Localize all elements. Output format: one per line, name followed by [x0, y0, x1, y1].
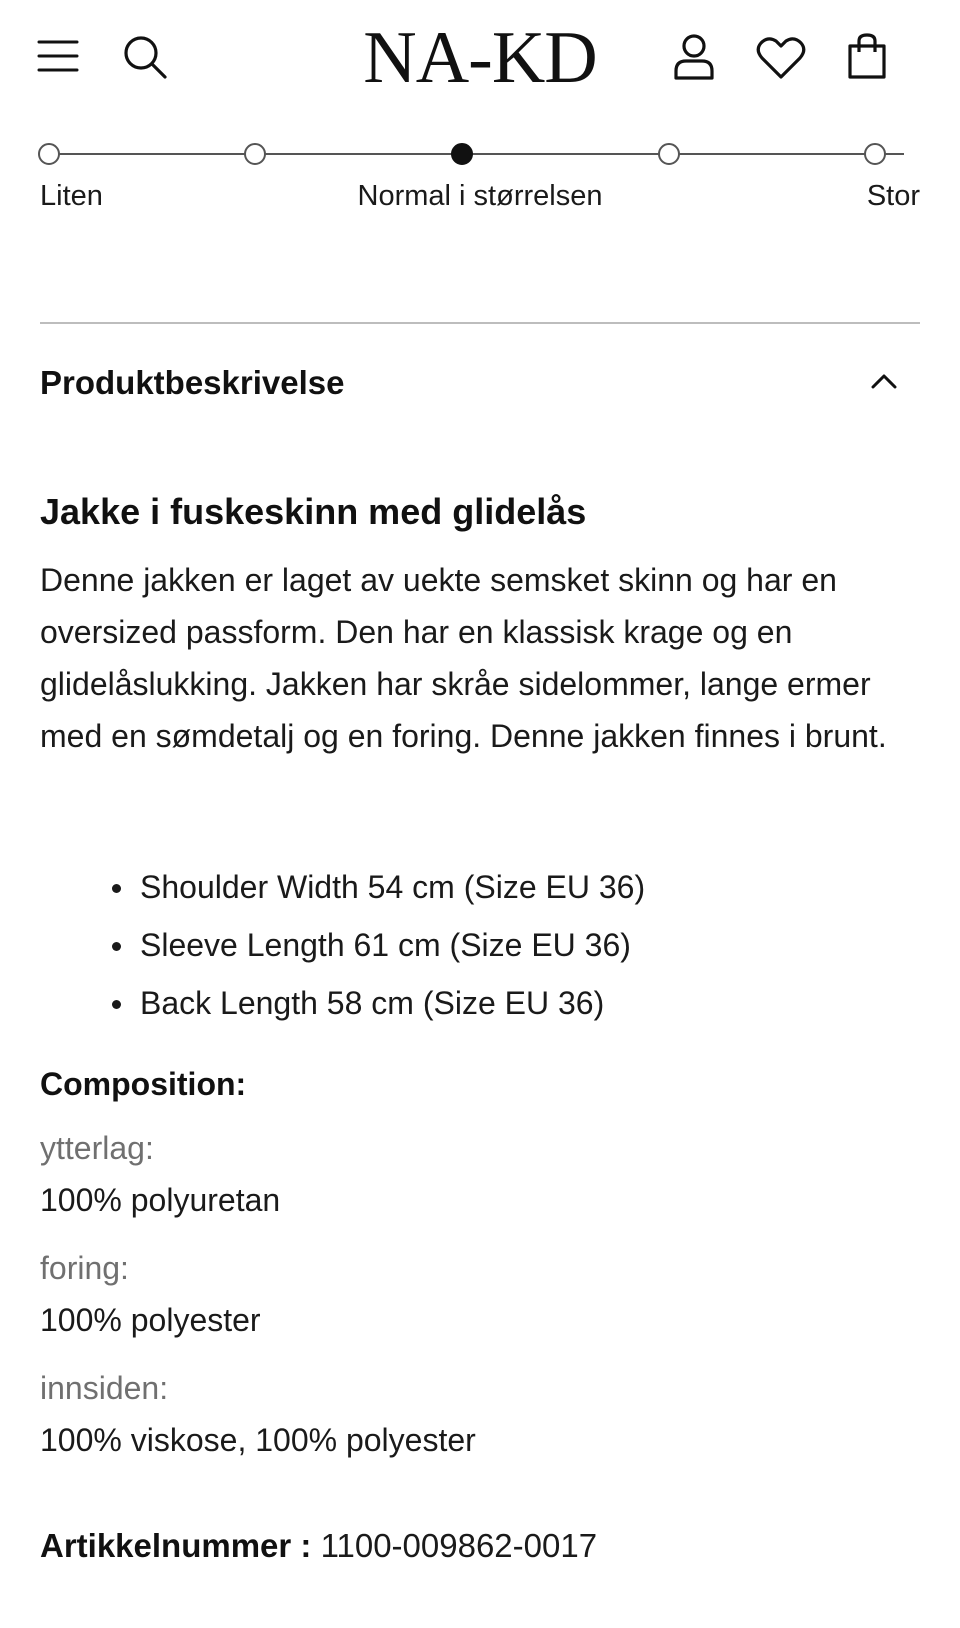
cart-icon[interactable] — [844, 30, 890, 82]
composition-item: innsiden: 100% viskose, 100% polyester — [40, 1362, 920, 1466]
fit-label-large: Stor — [866, 180, 920, 212]
fit-scale: Liten Normal i størrelsen Stor — [0, 130, 960, 240]
product-description: Jakke i fuskeskinn med glidelås Denne ja… — [40, 488, 920, 762]
composition-title: Composition: — [40, 1066, 247, 1102]
section-divider — [40, 322, 920, 324]
composition-value: 100% viskose, 100% polyester — [40, 1422, 476, 1458]
product-title: Jakke i fuskeskinn med glidelås — [40, 491, 587, 532]
wishlist-icon[interactable] — [754, 34, 808, 82]
brand-logo[interactable]: NA-KD — [340, 18, 620, 98]
article-number-value: 1100-009862-0017 — [320, 1527, 598, 1564]
product-description-toggle[interactable]: Produktbeskrivelse — [40, 354, 920, 414]
menu-icon[interactable] — [36, 36, 80, 76]
fit-step-4 — [658, 143, 680, 165]
composition-section: Composition: ytterlag: 100% polyuretan f… — [40, 1062, 920, 1466]
composition-label: foring: — [40, 1250, 129, 1286]
fit-step-3-selected — [451, 143, 473, 165]
accordion-title: Produktbeskrivelse — [40, 364, 345, 401]
composition-label: ytterlag: — [40, 1130, 154, 1166]
composition-value: 100% polyuretan — [40, 1182, 281, 1218]
chevron-up-icon — [870, 372, 898, 395]
fit-step-2 — [244, 143, 266, 165]
measurement-item: Sleeve Length 61 cm (Size EU 36) — [110, 916, 645, 974]
fit-step-5 — [864, 143, 886, 165]
measurement-item: Back Length 58 cm (Size EU 36) — [110, 974, 645, 1032]
measurement-item: Shoulder Width 54 cm (Size EU 36) — [110, 858, 645, 916]
fit-step-1 — [38, 143, 60, 165]
composition-item: foring: 100% polyester — [40, 1242, 920, 1346]
product-description-text: Denne jakken er laget av uekte semsket s… — [40, 562, 887, 754]
article-number-label: Artikkelnummer : — [40, 1527, 312, 1564]
composition-value: 100% polyester — [40, 1302, 261, 1338]
article-number: Artikkelnummer : 1100-009862-0017 — [40, 1522, 597, 1570]
site-header: NA-KD — [0, 0, 960, 118]
account-icon[interactable] — [670, 32, 718, 82]
composition-label: innsiden: — [40, 1370, 169, 1406]
composition-item: ytterlag: 100% polyuretan — [40, 1122, 920, 1226]
fit-label-normal: Normal i størrelsen — [357, 180, 603, 212]
measurements-list: Shoulder Width 54 cm (Size EU 36) Sleeve… — [110, 858, 645, 1032]
search-icon[interactable] — [120, 32, 170, 82]
